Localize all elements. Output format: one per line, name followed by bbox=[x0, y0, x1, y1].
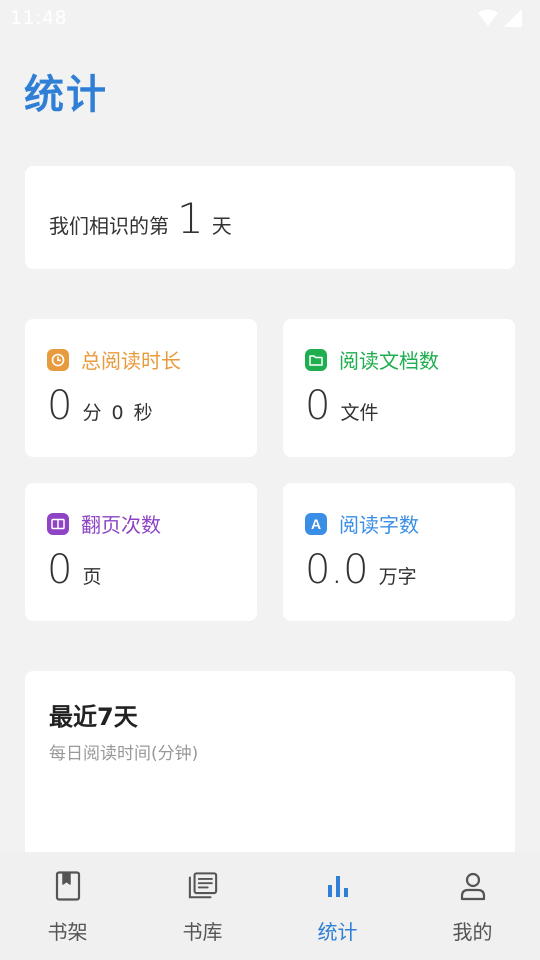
nav-item-statistics[interactable]: 统计 bbox=[270, 852, 405, 960]
page-turns-card: 翻页次数 0 页 bbox=[25, 483, 257, 621]
page-turns-count: 0 bbox=[47, 547, 73, 593]
days-together-line: 我们相识的第 1 天 bbox=[49, 194, 232, 243]
nav-label-library: 书库 bbox=[182, 920, 223, 944]
page-turns-value: 0 页 bbox=[47, 547, 101, 593]
documents-card: 阅读文档数 0 文件 bbox=[283, 319, 515, 457]
word-count-title: 阅读字数 bbox=[339, 513, 419, 537]
person-icon bbox=[458, 870, 488, 902]
word-count-unit: 万字 bbox=[378, 566, 417, 588]
word-count-card: A 阅读字数 0.0 万字 bbox=[283, 483, 515, 621]
nav-label-statistics: 统计 bbox=[317, 920, 358, 944]
status-time: 11:48 bbox=[10, 7, 68, 29]
recent-title: 最近7天 bbox=[49, 703, 138, 731]
bottom-nav: 书架 书库 统计 我的 bbox=[0, 852, 540, 960]
status-icons bbox=[478, 9, 522, 27]
reading-time-seconds: 0 bbox=[111, 402, 124, 424]
documents-value: 0 文件 bbox=[305, 383, 378, 429]
book-open-icon bbox=[47, 512, 69, 535]
word-count-header: A 阅读字数 bbox=[305, 509, 419, 538]
page-turns-unit: 页 bbox=[82, 566, 102, 588]
reading-time-minutes-unit: 分 bbox=[82, 402, 102, 424]
documents-unit: 文件 bbox=[340, 402, 379, 424]
page-title: 统计 bbox=[24, 72, 108, 118]
clock-icon bbox=[47, 348, 69, 371]
page-turns-header: 翻页次数 bbox=[47, 509, 161, 538]
reading-time-minutes: 0 bbox=[47, 383, 73, 429]
documents-title: 阅读文档数 bbox=[339, 349, 439, 373]
status-bar: 11:48 bbox=[0, 0, 540, 36]
days-together-card: 我们相识的第 1 天 bbox=[25, 166, 515, 269]
reading-time-seconds-unit: 秒 bbox=[133, 402, 153, 424]
wifi-icon bbox=[478, 9, 498, 26]
reading-time-card: 总阅读时长 0 分 0 秒 bbox=[25, 319, 257, 457]
word-count-number: 0.0 bbox=[305, 547, 369, 593]
reading-time-header: 总阅读时长 bbox=[47, 345, 181, 374]
recent-7-days-card: 最近7天 每日阅读时间(分钟) bbox=[25, 671, 515, 871]
page-turns-title: 翻页次数 bbox=[81, 513, 161, 537]
signal-icon bbox=[504, 9, 522, 27]
library-icon bbox=[188, 870, 218, 902]
nav-item-library[interactable]: 书库 bbox=[135, 852, 270, 960]
documents-count: 0 bbox=[305, 383, 331, 429]
folder-icon bbox=[305, 348, 327, 371]
bar-chart-icon bbox=[323, 870, 353, 902]
days-suffix: 天 bbox=[211, 214, 232, 238]
nav-label-me: 我的 bbox=[452, 920, 493, 944]
letter-a-icon: A bbox=[305, 512, 327, 535]
days-prefix: 我们相识的第 bbox=[49, 214, 169, 238]
days-count: 1 bbox=[177, 194, 204, 243]
documents-header: 阅读文档数 bbox=[305, 345, 439, 374]
recent-subtitle: 每日阅读时间(分钟) bbox=[49, 744, 199, 764]
word-count-value: 0.0 万字 bbox=[305, 547, 417, 593]
reading-time-title: 总阅读时长 bbox=[81, 349, 181, 373]
bookmark-book-icon bbox=[53, 870, 83, 902]
nav-item-me[interactable]: 我的 bbox=[405, 852, 540, 960]
reading-time-value: 0 分 0 秒 bbox=[47, 383, 153, 429]
nav-label-bookshelf: 书架 bbox=[47, 920, 88, 944]
nav-item-bookshelf[interactable]: 书架 bbox=[0, 852, 135, 960]
